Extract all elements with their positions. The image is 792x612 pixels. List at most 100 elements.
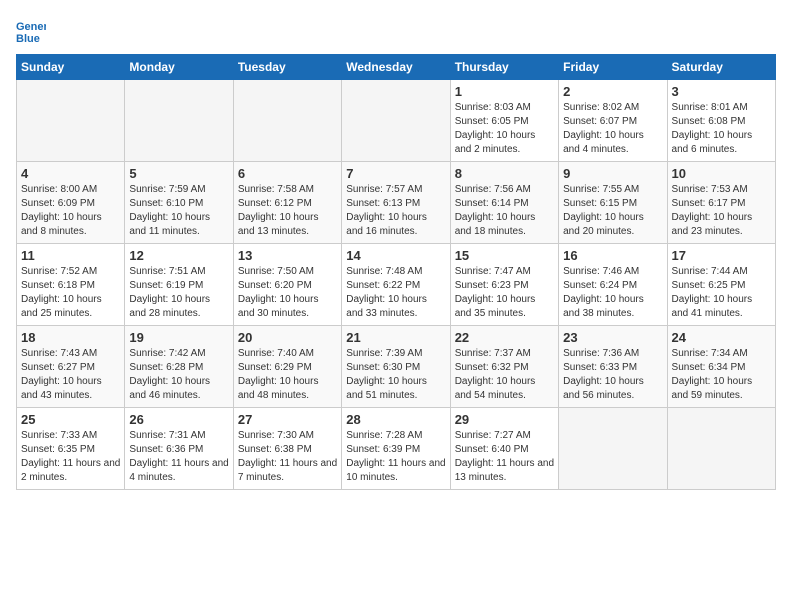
calendar-cell: 11 Sunrise: 7:52 AM Sunset: 6:18 PM Dayli… xyxy=(17,244,125,326)
calendar-cell xyxy=(559,408,667,490)
day-number: 21 xyxy=(346,330,445,345)
calendar-cell: 12 Sunrise: 7:51 AM Sunset: 6:19 PM Dayli… xyxy=(125,244,233,326)
calendar-cell: 24 Sunrise: 7:34 AM Sunset: 6:34 PM Dayli… xyxy=(667,326,775,408)
day-number: 19 xyxy=(129,330,228,345)
calendar-cell: 29 Sunrise: 7:27 AM Sunset: 6:40 PM Dayli… xyxy=(450,408,558,490)
day-info: Sunrise: 7:57 AM Sunset: 6:13 PM Dayligh… xyxy=(346,183,445,239)
day-number: 24 xyxy=(672,330,771,345)
day-number: 16 xyxy=(563,248,662,263)
day-info: Sunrise: 7:28 AM Sunset: 6:39 PM Dayligh… xyxy=(346,429,445,485)
calendar-cell: 3 Sunrise: 8:01 AM Sunset: 6:08 PM Daylig… xyxy=(667,80,775,162)
day-number: 27 xyxy=(238,412,337,427)
svg-text:General: General xyxy=(16,21,46,33)
calendar-table: SundayMondayTuesdayWednesdayThursdayFrid… xyxy=(16,54,776,490)
svg-text:Blue: Blue xyxy=(16,33,40,45)
day-number: 15 xyxy=(455,248,554,263)
calendar-cell: 6 Sunrise: 7:58 AM Sunset: 6:12 PM Daylig… xyxy=(233,162,341,244)
calendar-week-row: 4Sunrise: 8:00 AM Sunset: 6:09 PM Daylig… xyxy=(17,162,776,244)
day-number: 13 xyxy=(238,248,337,263)
calendar-week-row: 1 Sunrise: 8:03 AM Sunset: 6:05 PM Daylig… xyxy=(17,80,776,162)
calendar-cell: 23 Sunrise: 7:36 AM Sunset: 6:33 PM Dayli… xyxy=(559,326,667,408)
calendar-cell: 5Sunrise: 7:59 AM Sunset: 6:10 PM Daylig… xyxy=(125,162,233,244)
calendar-cell: 25 Sunrise: 7:33 AM Sunset: 6:35 PM Dayli… xyxy=(17,408,125,490)
calendar-cell: 7 Sunrise: 7:57 AM Sunset: 6:13 PM Daylig… xyxy=(342,162,450,244)
calendar-cell: 8 Sunrise: 7:56 AM Sunset: 6:14 PM Daylig… xyxy=(450,162,558,244)
calendar-cell xyxy=(342,80,450,162)
day-number: 25 xyxy=(21,412,120,427)
day-info: Sunrise: 7:43 AM Sunset: 6:27 PM Dayligh… xyxy=(21,347,120,403)
day-info: Sunrise: 7:51 AM Sunset: 6:19 PM Dayligh… xyxy=(129,265,228,321)
day-number: 18 xyxy=(21,330,120,345)
calendar-header-row: SundayMondayTuesdayWednesdayThursdayFrid… xyxy=(17,55,776,80)
day-info: Sunrise: 7:56 AM Sunset: 6:14 PM Dayligh… xyxy=(455,183,554,239)
day-info: Sunrise: 7:30 AM Sunset: 6:38 PM Dayligh… xyxy=(238,429,337,485)
calendar-week-row: 18 Sunrise: 7:43 AM Sunset: 6:27 PM Dayli… xyxy=(17,326,776,408)
logo-icon: General Blue xyxy=(16,16,46,46)
calendar-cell xyxy=(233,80,341,162)
day-info: Sunrise: 8:02 AM Sunset: 6:07 PM Dayligh… xyxy=(563,101,662,157)
day-number: 12 xyxy=(129,248,228,263)
calendar-cell: 17 Sunrise: 7:44 AM Sunset: 6:25 PM Dayli… xyxy=(667,244,775,326)
calendar-cell: 13 Sunrise: 7:50 AM Sunset: 6:20 PM Dayli… xyxy=(233,244,341,326)
day-info: Sunrise: 7:58 AM Sunset: 6:12 PM Dayligh… xyxy=(238,183,337,239)
day-number: 3 xyxy=(672,84,771,99)
day-info: Sunrise: 7:46 AM Sunset: 6:24 PM Dayligh… xyxy=(563,265,662,321)
day-info: Sunrise: 8:01 AM Sunset: 6:08 PM Dayligh… xyxy=(672,101,771,157)
calendar-header-thursday: Thursday xyxy=(450,55,558,80)
calendar-header-monday: Monday xyxy=(125,55,233,80)
day-number: 8 xyxy=(455,166,554,181)
day-number: 10 xyxy=(672,166,771,181)
calendar-header-tuesday: Tuesday xyxy=(233,55,341,80)
calendar-cell: 28 Sunrise: 7:28 AM Sunset: 6:39 PM Dayli… xyxy=(342,408,450,490)
day-number: 28 xyxy=(346,412,445,427)
day-number: 6 xyxy=(238,166,337,181)
day-number: 14 xyxy=(346,248,445,263)
calendar-cell: 26Sunrise: 7:31 AM Sunset: 6:36 PM Dayli… xyxy=(125,408,233,490)
calendar-cell: 9Sunrise: 7:55 AM Sunset: 6:15 PM Daylig… xyxy=(559,162,667,244)
day-info: Sunrise: 7:42 AM Sunset: 6:28 PM Dayligh… xyxy=(129,347,228,403)
day-info: Sunrise: 7:44 AM Sunset: 6:25 PM Dayligh… xyxy=(672,265,771,321)
day-number: 26 xyxy=(129,412,228,427)
day-info: Sunrise: 7:47 AM Sunset: 6:23 PM Dayligh… xyxy=(455,265,554,321)
day-number: 2 xyxy=(563,84,662,99)
day-info: Sunrise: 8:03 AM Sunset: 6:05 PM Dayligh… xyxy=(455,101,554,157)
day-info: Sunrise: 7:50 AM Sunset: 6:20 PM Dayligh… xyxy=(238,265,337,321)
day-info: Sunrise: 7:34 AM Sunset: 6:34 PM Dayligh… xyxy=(672,347,771,403)
calendar-cell: 27 Sunrise: 7:30 AM Sunset: 6:38 PM Dayli… xyxy=(233,408,341,490)
day-number: 7 xyxy=(346,166,445,181)
calendar-cell: 18 Sunrise: 7:43 AM Sunset: 6:27 PM Dayli… xyxy=(17,326,125,408)
calendar-cell: 16 Sunrise: 7:46 AM Sunset: 6:24 PM Dayli… xyxy=(559,244,667,326)
calendar-cell xyxy=(125,80,233,162)
day-info: Sunrise: 7:48 AM Sunset: 6:22 PM Dayligh… xyxy=(346,265,445,321)
calendar-cell: 10 Sunrise: 7:53 AM Sunset: 6:17 PM Dayli… xyxy=(667,162,775,244)
day-number: 22 xyxy=(455,330,554,345)
day-number: 23 xyxy=(563,330,662,345)
calendar-cell: 22Sunrise: 7:37 AM Sunset: 6:32 PM Dayli… xyxy=(450,326,558,408)
day-info: Sunrise: 7:53 AM Sunset: 6:17 PM Dayligh… xyxy=(672,183,771,239)
day-info: Sunrise: 8:00 AM Sunset: 6:09 PM Dayligh… xyxy=(21,183,120,239)
day-number: 1 xyxy=(455,84,554,99)
logo: General Blue xyxy=(16,16,50,46)
calendar-week-row: 25 Sunrise: 7:33 AM Sunset: 6:35 PM Dayli… xyxy=(17,408,776,490)
day-number: 20 xyxy=(238,330,337,345)
day-info: Sunrise: 7:39 AM Sunset: 6:30 PM Dayligh… xyxy=(346,347,445,403)
calendar-cell: 2 Sunrise: 8:02 AM Sunset: 6:07 PM Daylig… xyxy=(559,80,667,162)
day-number: 29 xyxy=(455,412,554,427)
day-info: Sunrise: 7:33 AM Sunset: 6:35 PM Dayligh… xyxy=(21,429,120,485)
calendar-cell: 19 Sunrise: 7:42 AM Sunset: 6:28 PM Dayli… xyxy=(125,326,233,408)
day-info: Sunrise: 7:36 AM Sunset: 6:33 PM Dayligh… xyxy=(563,347,662,403)
calendar-week-row: 11 Sunrise: 7:52 AM Sunset: 6:18 PM Dayli… xyxy=(17,244,776,326)
header: General Blue xyxy=(16,16,776,46)
calendar-header-sunday: Sunday xyxy=(17,55,125,80)
day-number: 17 xyxy=(672,248,771,263)
day-number: 11 xyxy=(21,248,120,263)
calendar-header-saturday: Saturday xyxy=(667,55,775,80)
calendar-cell xyxy=(667,408,775,490)
calendar-cell: 14 Sunrise: 7:48 AM Sunset: 6:22 PM Dayli… xyxy=(342,244,450,326)
calendar-header-wednesday: Wednesday xyxy=(342,55,450,80)
calendar-cell xyxy=(17,80,125,162)
day-number: 9 xyxy=(563,166,662,181)
day-info: Sunrise: 7:52 AM Sunset: 6:18 PM Dayligh… xyxy=(21,265,120,321)
calendar-cell: 20Sunrise: 7:40 AM Sunset: 6:29 PM Dayli… xyxy=(233,326,341,408)
day-info: Sunrise: 7:27 AM Sunset: 6:40 PM Dayligh… xyxy=(455,429,554,485)
